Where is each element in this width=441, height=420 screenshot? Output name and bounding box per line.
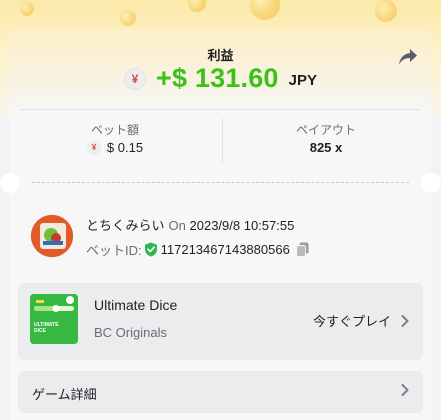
bet-amount-value: $ 0.15 xyxy=(106,140,144,155)
profit-label: 利益 xyxy=(207,48,234,63)
profit-row: ¥ +$ 131.60 JPY xyxy=(10,63,431,94)
game-title[interactable]: Ultimate Dice xyxy=(94,297,177,313)
on-label: On xyxy=(168,218,186,233)
bet-id-label: ベットID: xyxy=(86,243,142,258)
profit-currency: JPY xyxy=(288,72,318,89)
game-details-label: ゲーム詳細 xyxy=(32,387,97,402)
bet-amount-label: ベット額 xyxy=(90,123,139,137)
bet-stats: ベット額 ¥ $ 0.15 ペイアウト 825 x xyxy=(10,110,431,170)
username[interactable]: とちくみらい xyxy=(86,218,165,233)
dashed-separator xyxy=(32,182,409,183)
bet-datetime: 2023/9/8 10:57:55 xyxy=(189,218,295,233)
play-now-button[interactable]: 今すぐプレイ xyxy=(313,311,409,330)
game-card[interactable]: ULTIMATE DICE Ultimate Dice BC Originals… xyxy=(18,283,423,360)
payout-value: 825 x xyxy=(309,140,343,155)
copy-button[interactable] xyxy=(295,242,309,257)
game-details-row[interactable]: ゲーム詳細 xyxy=(18,371,423,413)
play-now-label: 今すぐプレイ xyxy=(312,314,391,329)
game-thumbnail[interactable]: ULTIMATE DICE xyxy=(30,294,78,344)
avatar[interactable] xyxy=(30,214,74,258)
shield-check-icon xyxy=(144,242,158,257)
bet-id-value: 117213467143880566 xyxy=(160,242,290,257)
payout-stat: ペイアウト 825 x xyxy=(221,110,431,170)
profit-amount: +$ 131.60 xyxy=(155,63,279,93)
game-thumbnail-art xyxy=(30,294,78,344)
game-thumbnail-text: ULTIMATE DICE xyxy=(34,322,59,334)
yen-coin-icon: ¥ xyxy=(86,140,101,155)
user-line: とちくみらい On 2023/9/8 10:57:55 xyxy=(86,215,294,234)
bet-detail-card: 利益 ¥ +$ 131.60 JPY ベット額 ¥ $ 0.15 ペイアウト 8… xyxy=(0,30,441,420)
avatar-image xyxy=(31,215,73,257)
ticket-notch-right xyxy=(421,173,441,193)
bet-amount-value-row: ¥ $ 0.15 xyxy=(10,140,220,155)
chevron-right-icon xyxy=(401,314,409,327)
share-arrow-icon xyxy=(399,49,417,65)
yen-coin-icon: ¥ xyxy=(123,67,146,90)
share-button[interactable] xyxy=(396,46,420,68)
payout-label: ペイアウト xyxy=(295,123,356,137)
game-provider: BC Originals xyxy=(94,325,167,340)
decorative-coin xyxy=(375,0,397,22)
user-info: とちくみらい On 2023/9/8 10:57:55 ベットID: 117213… xyxy=(30,212,420,262)
bet-amount-stat: ベット額 ¥ $ 0.15 xyxy=(10,110,220,170)
ticket-notch-left xyxy=(0,173,20,193)
bet-id-line: ベットID: 117213467143880566 xyxy=(86,240,309,259)
copy-icon xyxy=(295,242,309,257)
decorative-coin xyxy=(120,10,136,26)
decorative-coin xyxy=(20,2,34,16)
chevron-right-icon xyxy=(401,384,409,396)
